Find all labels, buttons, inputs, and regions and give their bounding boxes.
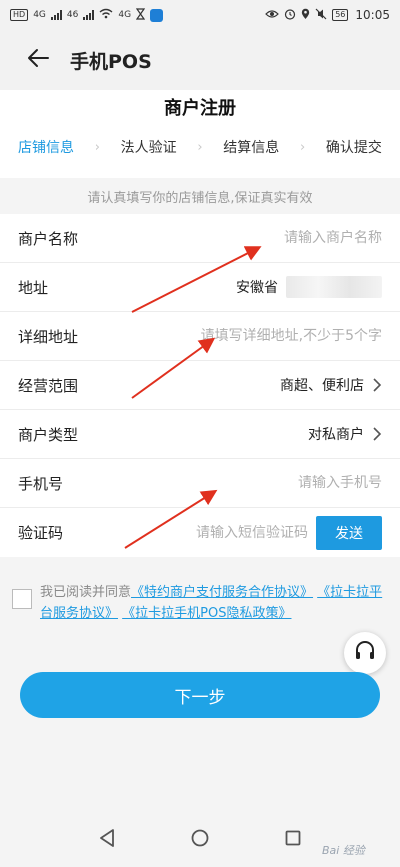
agreement-checkbox[interactable]	[12, 589, 32, 609]
headset-icon	[354, 640, 376, 666]
nav-home-button[interactable]	[180, 820, 220, 860]
mute-icon	[315, 8, 327, 23]
chevron-right-icon	[373, 427, 382, 441]
status-right: 56 10:05	[265, 8, 390, 23]
phone-input[interactable]	[182, 475, 382, 491]
watermark: Bai 经验	[322, 844, 365, 857]
status-left: HD 4G 46 4G	[10, 7, 164, 23]
page-header: 商户注册 店铺信息 › 法人验证 › 结算信息 › 确认提交	[0, 90, 400, 178]
verification-code-input[interactable]	[178, 524, 308, 541]
hd-badge: HD	[10, 9, 29, 21]
signal-label: 4G	[33, 10, 46, 20]
step-separator-icon: ›	[94, 139, 100, 155]
phone-label: 手机号	[18, 474, 64, 493]
phone-row: 手机号	[0, 459, 400, 508]
square-recents-icon	[285, 830, 301, 850]
link-privacy-policy[interactable]: 《拉卡拉手机POS隐私政策》	[122, 606, 291, 621]
send-code-button[interactable]: 发送	[316, 515, 382, 550]
step-indicator: 店铺信息 › 法人验证 › 结算信息 › 确认提交	[0, 132, 400, 162]
page-title: 商户注册	[164, 98, 236, 119]
location-icon	[301, 8, 310, 23]
merchant-name-label: 商户名称	[18, 229, 79, 248]
address-value: 安徽省	[236, 280, 278, 296]
nav-recents-button[interactable]	[273, 820, 313, 860]
app-notification-icon	[150, 8, 164, 22]
business-scope-row[interactable]: 经营范围 商超、便利店	[0, 361, 400, 410]
business-scope-label: 经营范围	[18, 376, 79, 395]
merchant-name-input[interactable]	[182, 230, 382, 246]
back-button[interactable]	[8, 30, 68, 90]
signal-label-2: 46	[66, 10, 79, 20]
system-nav-bar	[0, 812, 400, 867]
merchant-type-row[interactable]: 商户类型 对私商户	[0, 410, 400, 459]
step-confirm-submit[interactable]: 确认提交	[326, 137, 382, 157]
merchant-name-row: 商户名称	[0, 214, 400, 263]
detail-address-row: 详细地址	[0, 312, 400, 361]
battery-icon: 56	[332, 9, 349, 21]
signal-icon-2	[83, 10, 95, 20]
detail-address-label: 详细地址	[18, 327, 79, 346]
signal-label-3: 4G	[118, 10, 132, 20]
agreement-text: 我已阅读并同意《特约商户支付服务合作协议》 《拉卡拉平台服务协议》 《拉卡拉手机…	[40, 582, 388, 624]
status-bar: HD 4G 46 4G 56 10:05	[0, 0, 400, 30]
merchant-type-value-group: 对私商户	[308, 424, 382, 444]
merchant-form: 商户名称 地址 安徽省 详细地址 经营范围 商超、便利店 商户类型 对私商户 手…	[0, 214, 400, 557]
verification-code-group: 发送	[178, 515, 382, 550]
eye-icon	[265, 9, 280, 22]
circle-home-icon	[191, 829, 209, 851]
nav-back-button[interactable]	[87, 820, 127, 860]
business-scope-value-group: 商超、便利店	[280, 375, 382, 395]
alarm-icon	[284, 8, 296, 23]
verification-code-label: 验证码	[18, 524, 64, 542]
chevron-right-icon	[373, 378, 382, 392]
verification-code-row: 验证码 发送	[0, 508, 400, 557]
hourglass-icon	[135, 7, 146, 23]
customer-service-button[interactable]	[344, 632, 386, 674]
merchant-type-value: 对私商户	[308, 427, 364, 443]
wifi-icon	[99, 8, 113, 22]
address-label: 地址	[18, 278, 49, 297]
notice-text: 请认真填写你的店铺信息,保证真实有效	[0, 178, 400, 214]
address-value-group: 安徽省	[236, 276, 382, 298]
back-arrow-icon	[26, 48, 50, 72]
status-time: 10:05	[355, 8, 390, 22]
step-separator-icon: ›	[197, 139, 203, 155]
step-separator-icon: ›	[300, 139, 306, 155]
next-step-button[interactable]: 下一步	[20, 672, 380, 718]
signal-icon	[50, 10, 62, 20]
app-bar: 手机POS	[0, 30, 400, 90]
link-merchant-payment-agreement[interactable]: 《特约商户支付服务合作协议》	[131, 585, 313, 600]
address-row[interactable]: 地址 安徽省	[0, 263, 400, 312]
address-blurred-area	[286, 276, 382, 298]
agreement-section: 我已阅读并同意《特约商户支付服务合作协议》 《拉卡拉平台服务协议》 《拉卡拉手机…	[12, 582, 388, 624]
app-title: 手机POS	[70, 50, 152, 73]
detail-address-input[interactable]	[172, 328, 382, 344]
step-legal-verify[interactable]: 法人验证	[121, 137, 177, 157]
merchant-type-label: 商户类型	[18, 425, 79, 444]
step-shop-info[interactable]: 店铺信息	[18, 137, 74, 157]
agreement-prefix: 我已阅读并同意	[40, 585, 132, 600]
step-settlement-info[interactable]: 结算信息	[223, 137, 279, 157]
triangle-back-icon	[99, 828, 115, 851]
business-scope-value: 商超、便利店	[280, 378, 364, 394]
